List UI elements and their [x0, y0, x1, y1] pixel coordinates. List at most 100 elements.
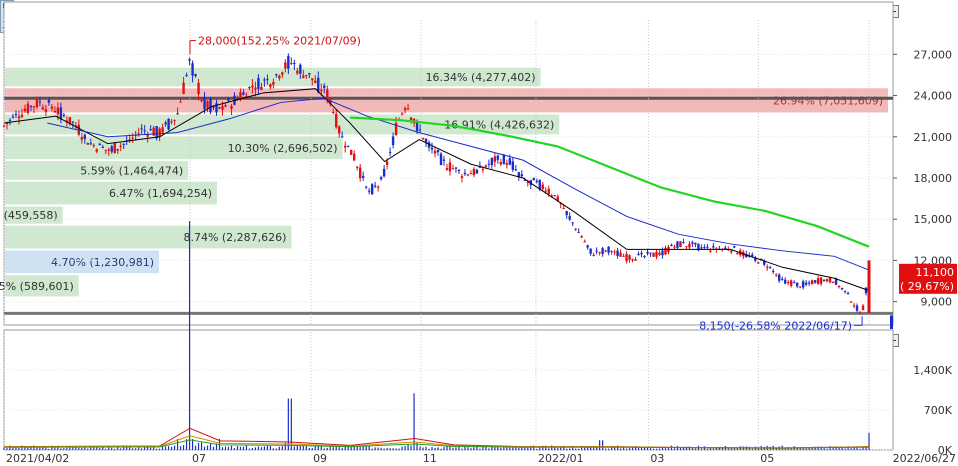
candle-body — [646, 252, 649, 254]
vol-tick-label: 700K — [924, 404, 953, 417]
candle-body — [116, 148, 119, 151]
candle-body — [62, 114, 66, 116]
candle-body — [86, 142, 90, 145]
candle-body — [487, 163, 491, 165]
candle-body — [170, 121, 173, 123]
candle-body — [107, 149, 110, 151]
candle-body — [335, 113, 338, 128]
candle-body — [260, 86, 263, 90]
candle-body — [454, 167, 458, 169]
candle-body — [766, 266, 769, 268]
candle-body — [649, 252, 652, 254]
candle-body — [580, 236, 583, 238]
candle-body — [430, 147, 434, 150]
candle-body — [391, 136, 395, 146]
candle-body — [532, 178, 535, 181]
candle-body — [544, 190, 547, 192]
candle-body — [837, 286, 841, 288]
candle-body — [308, 73, 311, 75]
candle-body — [712, 246, 715, 248]
candle-body — [436, 149, 440, 153]
candle-body — [122, 143, 125, 145]
candle-body — [640, 252, 643, 255]
x-tick-label: 09 — [313, 452, 327, 465]
candle-body — [448, 162, 452, 172]
candle-body — [194, 74, 197, 77]
candle-body — [652, 252, 655, 257]
candle-body — [281, 72, 284, 75]
candle-body — [595, 250, 598, 252]
low-annotation: 8,150(-26.58% 2022/06/17) — [699, 319, 852, 332]
current-bar — [890, 315, 893, 329]
candle-body — [840, 287, 844, 290]
candle-body — [266, 79, 269, 81]
candle-body — [505, 163, 509, 165]
candle-body — [409, 117, 413, 120]
candle-body — [131, 137, 134, 139]
candle-body — [206, 101, 209, 108]
candle-body — [23, 108, 27, 112]
candle-body — [95, 149, 98, 152]
candle-body — [661, 250, 664, 256]
candle-body — [676, 241, 679, 248]
candle-body — [616, 250, 619, 256]
volume-panel-frame — [3, 329, 894, 451]
candle-body — [119, 145, 122, 147]
candle-body — [2, 125, 6, 127]
candle-body — [137, 133, 140, 135]
candle-body — [338, 126, 341, 134]
volume-profile-label: 2.25% (589,601) — [0, 280, 74, 293]
last-candle — [867, 260, 871, 314]
candle-body — [610, 251, 613, 253]
candle-body — [562, 208, 565, 210]
candle-body — [140, 128, 143, 130]
candle-body — [191, 63, 194, 76]
candle-body — [733, 246, 736, 248]
candle-body — [388, 151, 392, 153]
candle-body — [442, 159, 446, 161]
volume-profile-label: 6.47% (1,694,254) — [109, 187, 212, 200]
candle-body — [795, 282, 799, 287]
candle-body — [547, 188, 550, 195]
candle-body — [272, 81, 275, 85]
candle-body — [385, 161, 389, 165]
candle-body — [496, 155, 500, 160]
price-chart: 16.34% (4,277,402) 26.94% (7,051,609) 16.9… — [0, 1, 957, 465]
candle-body — [200, 99, 203, 102]
candle-body — [176, 113, 179, 115]
candle-body — [251, 85, 254, 88]
candle-body — [20, 114, 24, 118]
candle-body — [565, 211, 568, 216]
candle-body — [110, 146, 113, 152]
y-tick-label: 21,000 — [914, 131, 953, 144]
candle-body — [302, 75, 305, 78]
candle-body — [44, 109, 48, 112]
candle-body — [586, 245, 589, 248]
candle-body — [445, 168, 449, 170]
candle-body — [113, 142, 116, 154]
candle-body — [541, 184, 544, 190]
candle-body — [849, 301, 853, 303]
candle-body — [517, 172, 521, 177]
candle-body — [673, 246, 676, 248]
candle-body — [188, 59, 191, 61]
candle-body — [17, 116, 21, 119]
candle-body — [819, 277, 823, 284]
candle-body — [772, 270, 775, 272]
volume-profile-label: 4.70% (1,230,981) — [51, 256, 154, 269]
candle-body — [658, 252, 661, 256]
candle-body — [53, 110, 57, 113]
candle-body — [92, 145, 95, 147]
candle-body — [502, 155, 506, 164]
volume-profile-label: 8.74% (2,287,626) — [183, 231, 286, 244]
candle-body — [364, 186, 368, 188]
candle-body — [347, 145, 350, 147]
candle-body — [254, 87, 257, 90]
candle-body — [400, 113, 404, 115]
candle-body — [625, 253, 628, 262]
candle-body — [619, 252, 622, 257]
candle-body — [855, 305, 859, 311]
candle-body — [577, 231, 580, 233]
candle-body — [628, 255, 631, 260]
candle-body — [553, 195, 556, 197]
